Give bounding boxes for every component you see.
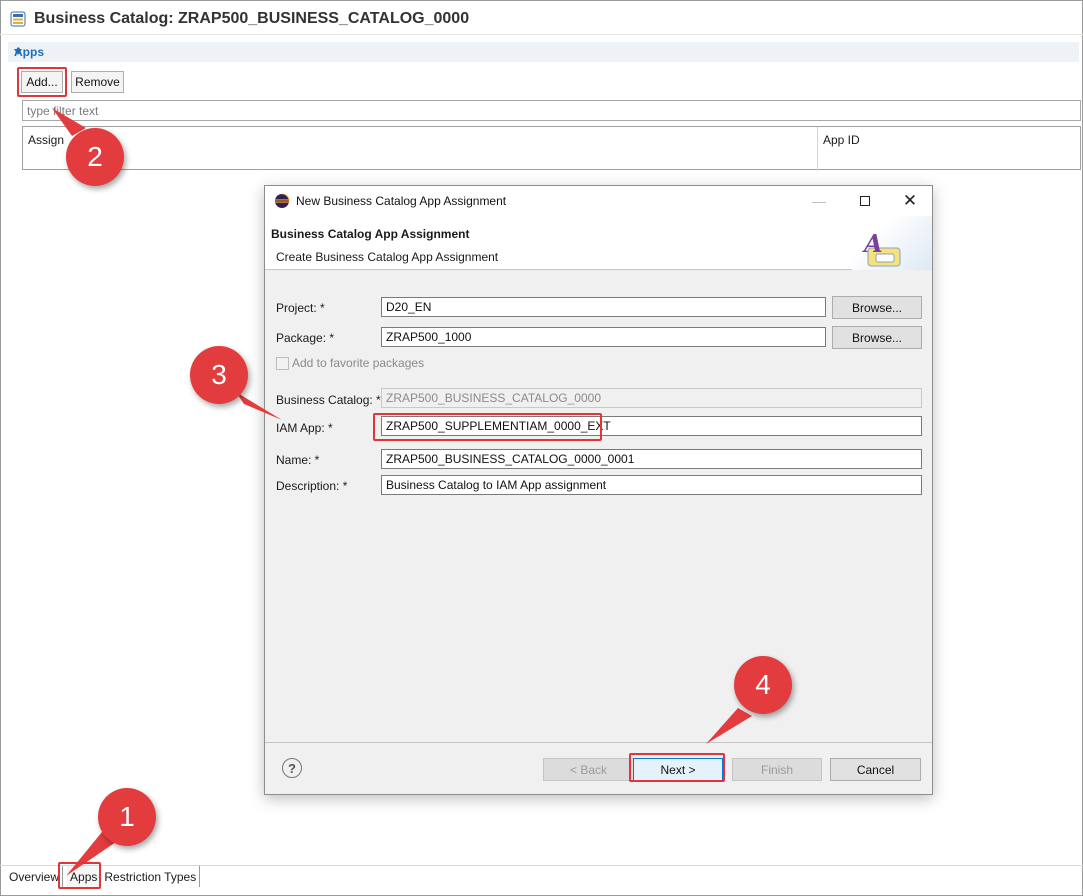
annotation-pointers	[52, 108, 752, 876]
step-badge-2: 2	[66, 128, 124, 186]
step-badge-1: 1	[98, 788, 156, 846]
pointer-4	[706, 708, 752, 744]
step-badge-3: 3	[190, 346, 248, 404]
pointer-3	[236, 392, 282, 420]
step-badge-4: 4	[734, 656, 792, 714]
